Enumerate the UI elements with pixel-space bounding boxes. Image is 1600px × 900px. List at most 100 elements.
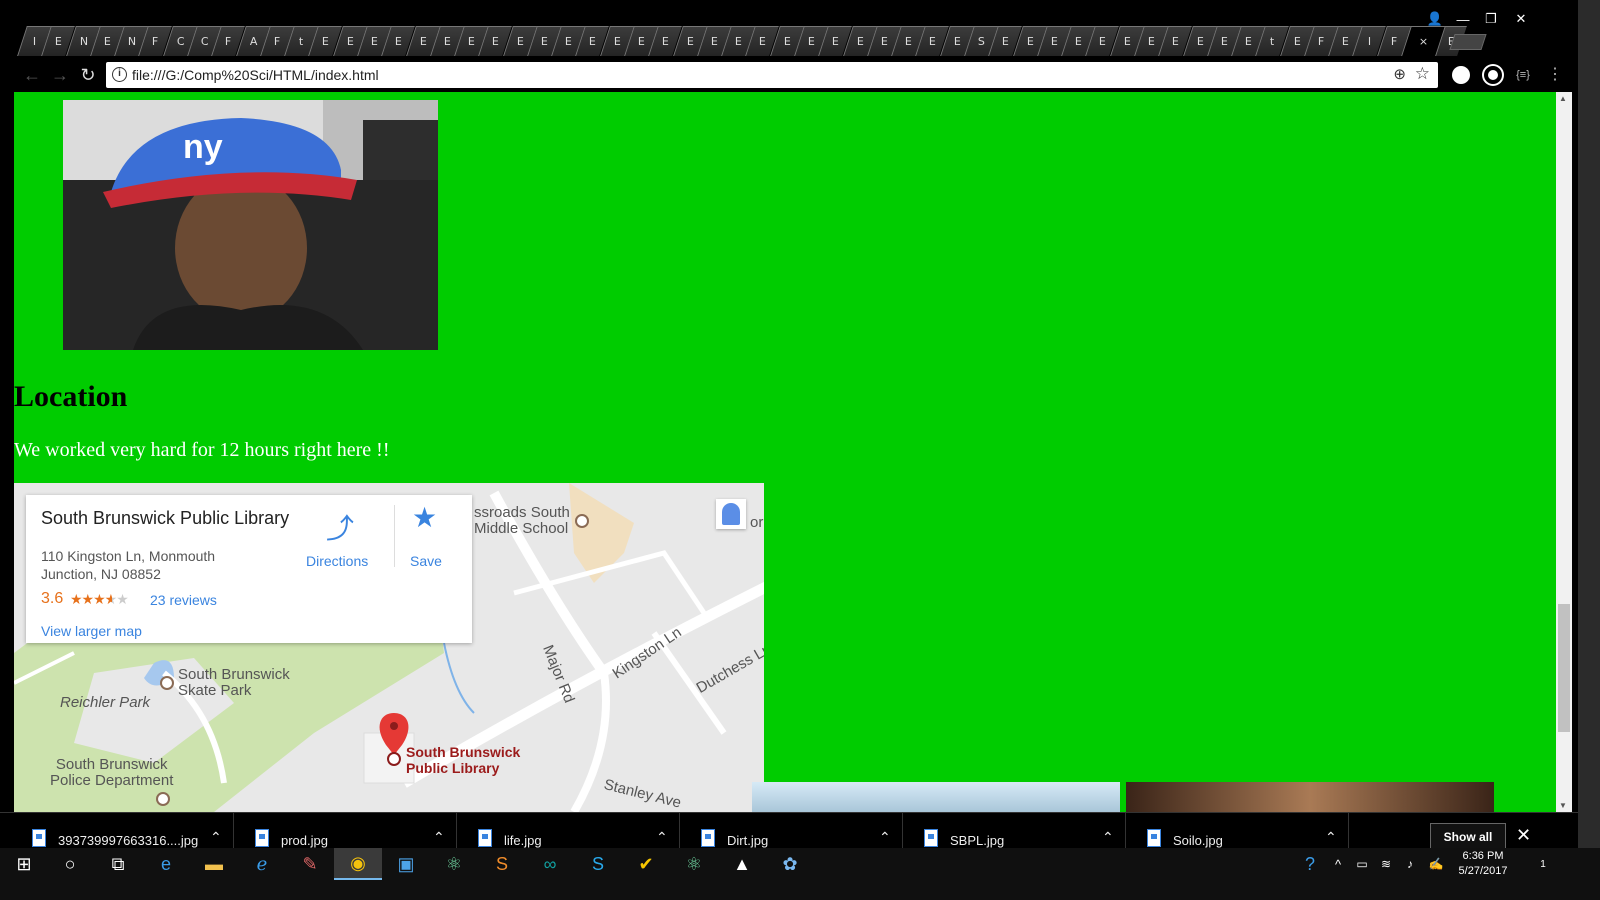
maximize-button[interactable]: ❐ xyxy=(1476,10,1506,28)
scroll-down-icon[interactable]: ▼ xyxy=(1559,801,1567,810)
json-extension-icon[interactable]: {≡} xyxy=(1514,66,1532,84)
tab-title: E xyxy=(1123,35,1131,48)
show-all-button[interactable]: Show all xyxy=(1430,823,1506,851)
tab-title: E xyxy=(686,35,694,48)
chevron-up-icon[interactable]: ^ xyxy=(1326,848,1350,880)
download-filename[interactable]: life.jpg xyxy=(504,833,542,848)
back-icon[interactable]: ← xyxy=(20,64,44,86)
tab-title: F xyxy=(1318,35,1325,48)
tab-title: F xyxy=(152,35,160,48)
clock[interactable]: 6:36 PM 5/27/2017 xyxy=(1452,848,1514,879)
tab-title: E xyxy=(370,35,378,48)
new-tab-button[interactable] xyxy=(1449,34,1487,50)
reload-icon[interactable]: ↻ xyxy=(76,64,100,86)
atom-icon[interactable]: ⚛ xyxy=(430,848,478,880)
download-filename[interactable]: SBPL.jpg xyxy=(950,833,1004,848)
paint-icon[interactable]: ✎ xyxy=(286,848,334,880)
help-icon[interactable]: ? xyxy=(1296,848,1324,880)
info-icon[interactable]: i xyxy=(112,67,127,82)
address-bar[interactable]: i file:///G:/Comp%20Sci/HTML/index.html … xyxy=(106,62,1438,88)
bookmark-star-icon[interactable]: ☆ xyxy=(1415,64,1430,84)
pegman-icon[interactable] xyxy=(716,499,746,529)
skype-icon[interactable]: S xyxy=(574,848,622,880)
arduino-icon[interactable]: ∞ xyxy=(526,848,574,880)
browser-window: I E N E N F C C F A Ft E E E E E E E E E E E E E E E E E E E E E E E E E E E S… xyxy=(0,0,1578,871)
save-button[interactable]: Save xyxy=(410,553,442,569)
notifications-icon[interactable]: 1 xyxy=(1520,848,1560,880)
tab-title: E xyxy=(322,35,330,48)
place-name: South Brunswick Public Library xyxy=(41,508,290,528)
download-filename[interactable]: prod.jpg xyxy=(281,833,328,848)
wifi-icon[interactable]: ≋ xyxy=(1374,848,1398,880)
image-file-icon xyxy=(478,829,492,847)
tab-title: E xyxy=(638,35,645,48)
menu-icon[interactable]: ⋮ xyxy=(1546,66,1564,84)
close-downloads-icon[interactable]: ✕ xyxy=(1516,825,1531,846)
app-icon[interactable]: ▣ xyxy=(382,848,430,880)
close-window-button[interactable]: ✕ xyxy=(1506,10,1536,28)
chevron-up-icon[interactable]: ⌃ xyxy=(433,829,445,846)
pen-icon[interactable]: ✍ xyxy=(1424,848,1448,880)
location-heading: Location xyxy=(14,380,128,413)
save-star-icon[interactable]: ★ xyxy=(412,501,437,534)
extension-icon[interactable] xyxy=(1484,66,1502,84)
image-file-icon xyxy=(701,829,715,847)
chevron-up-icon[interactable]: ⌃ xyxy=(879,829,891,846)
tab-title: E xyxy=(565,35,573,48)
image-file-icon xyxy=(255,829,269,847)
norton-icon[interactable]: ✔ xyxy=(622,848,670,880)
download-filename[interactable]: Dirt.jpg xyxy=(727,833,768,848)
chrome-icon[interactable]: ◉ xyxy=(334,848,382,880)
file-explorer-icon[interactable]: ▬ xyxy=(190,848,238,880)
tab-title: E xyxy=(516,35,524,48)
chevron-up-icon[interactable]: ⌃ xyxy=(656,829,668,846)
tab-title: E xyxy=(468,35,476,48)
view-larger-map-link[interactable]: View larger map xyxy=(41,623,142,639)
page-viewport: ny Location We worked very hard for 12 h… xyxy=(14,92,1556,812)
chevron-up-icon[interactable]: ⌃ xyxy=(1102,829,1114,846)
tab-title: C xyxy=(200,35,209,48)
battery-icon[interactable]: ▭ xyxy=(1350,848,1374,880)
tab-title: F xyxy=(1391,35,1398,48)
notifications-count: 1 xyxy=(1540,858,1546,870)
directions-button[interactable]: Directions xyxy=(306,553,368,569)
photos-icon[interactable]: ▲ xyxy=(718,848,766,880)
tab-title: E xyxy=(1342,35,1350,48)
embedded-map[interactable]: ssroads South Middle School Major Rd Kin… xyxy=(14,483,764,812)
zoom-icon[interactable]: ⊕ xyxy=(1393,65,1406,83)
atom-icon[interactable]: ⚛ xyxy=(670,848,718,880)
tab-title: t xyxy=(299,35,304,48)
edge-icon[interactable]: e xyxy=(142,848,190,880)
tab-title: E xyxy=(1050,35,1058,48)
chevron-up-icon[interactable]: ⌃ xyxy=(1325,829,1337,846)
reviews-link[interactable]: 23 reviews xyxy=(150,592,217,608)
start-icon[interactable]: ⊞ xyxy=(0,848,48,880)
taskbar: ⊞ ○ ⧉ e ▬ ℯ ✎ ◉ ▣ ⚛ S ∞ S ✔ ⚛ ▲ ✿ ? ^ ▭ … xyxy=(0,848,1600,900)
task-view-icon[interactable]: ⧉ xyxy=(94,848,142,880)
scroll-up-icon[interactable]: ▲ xyxy=(1559,94,1567,103)
chevron-up-icon[interactable]: ⌃ xyxy=(210,829,222,846)
download-filename[interactable]: 393739997663316....jpg xyxy=(58,833,198,848)
directions-icon[interactable]: ⤴ xyxy=(326,507,354,547)
forward-icon[interactable]: → xyxy=(48,64,72,86)
place-address: 110 Kingston Ln, Monmouth Junction, NJ 0… xyxy=(41,548,216,582)
paint-3d-icon[interactable]: ✿ xyxy=(766,848,814,880)
profile-photo: ny xyxy=(63,100,438,350)
scrollbar-thumb[interactable] xyxy=(1558,604,1570,732)
download-filename[interactable]: Soilo.jpg xyxy=(1173,833,1223,848)
page-scrollbar[interactable]: ▲ ▼ xyxy=(1556,92,1572,812)
profile-icon[interactable]: 👤 xyxy=(1420,10,1450,28)
sublime-icon[interactable]: S xyxy=(478,848,526,880)
extension-icon[interactable] xyxy=(1452,66,1470,84)
tab-title: N xyxy=(127,35,136,48)
tab-title: S xyxy=(977,35,985,48)
address-text[interactable]: file:///G:/Comp%20Sci/HTML/index.html xyxy=(132,67,379,83)
image-file-icon xyxy=(32,829,46,847)
search-icon[interactable]: ○ xyxy=(46,848,94,880)
rating-stars: ★★★★★ xyxy=(70,591,129,608)
internet-explorer-icon[interactable]: ℯ xyxy=(238,848,286,880)
volume-icon[interactable]: ♪ xyxy=(1398,848,1422,880)
close-tab-icon[interactable]: × xyxy=(1419,35,1428,48)
minimize-button[interactable]: — xyxy=(1448,10,1478,28)
location-text: We worked very hard for 12 hours right h… xyxy=(14,439,390,461)
